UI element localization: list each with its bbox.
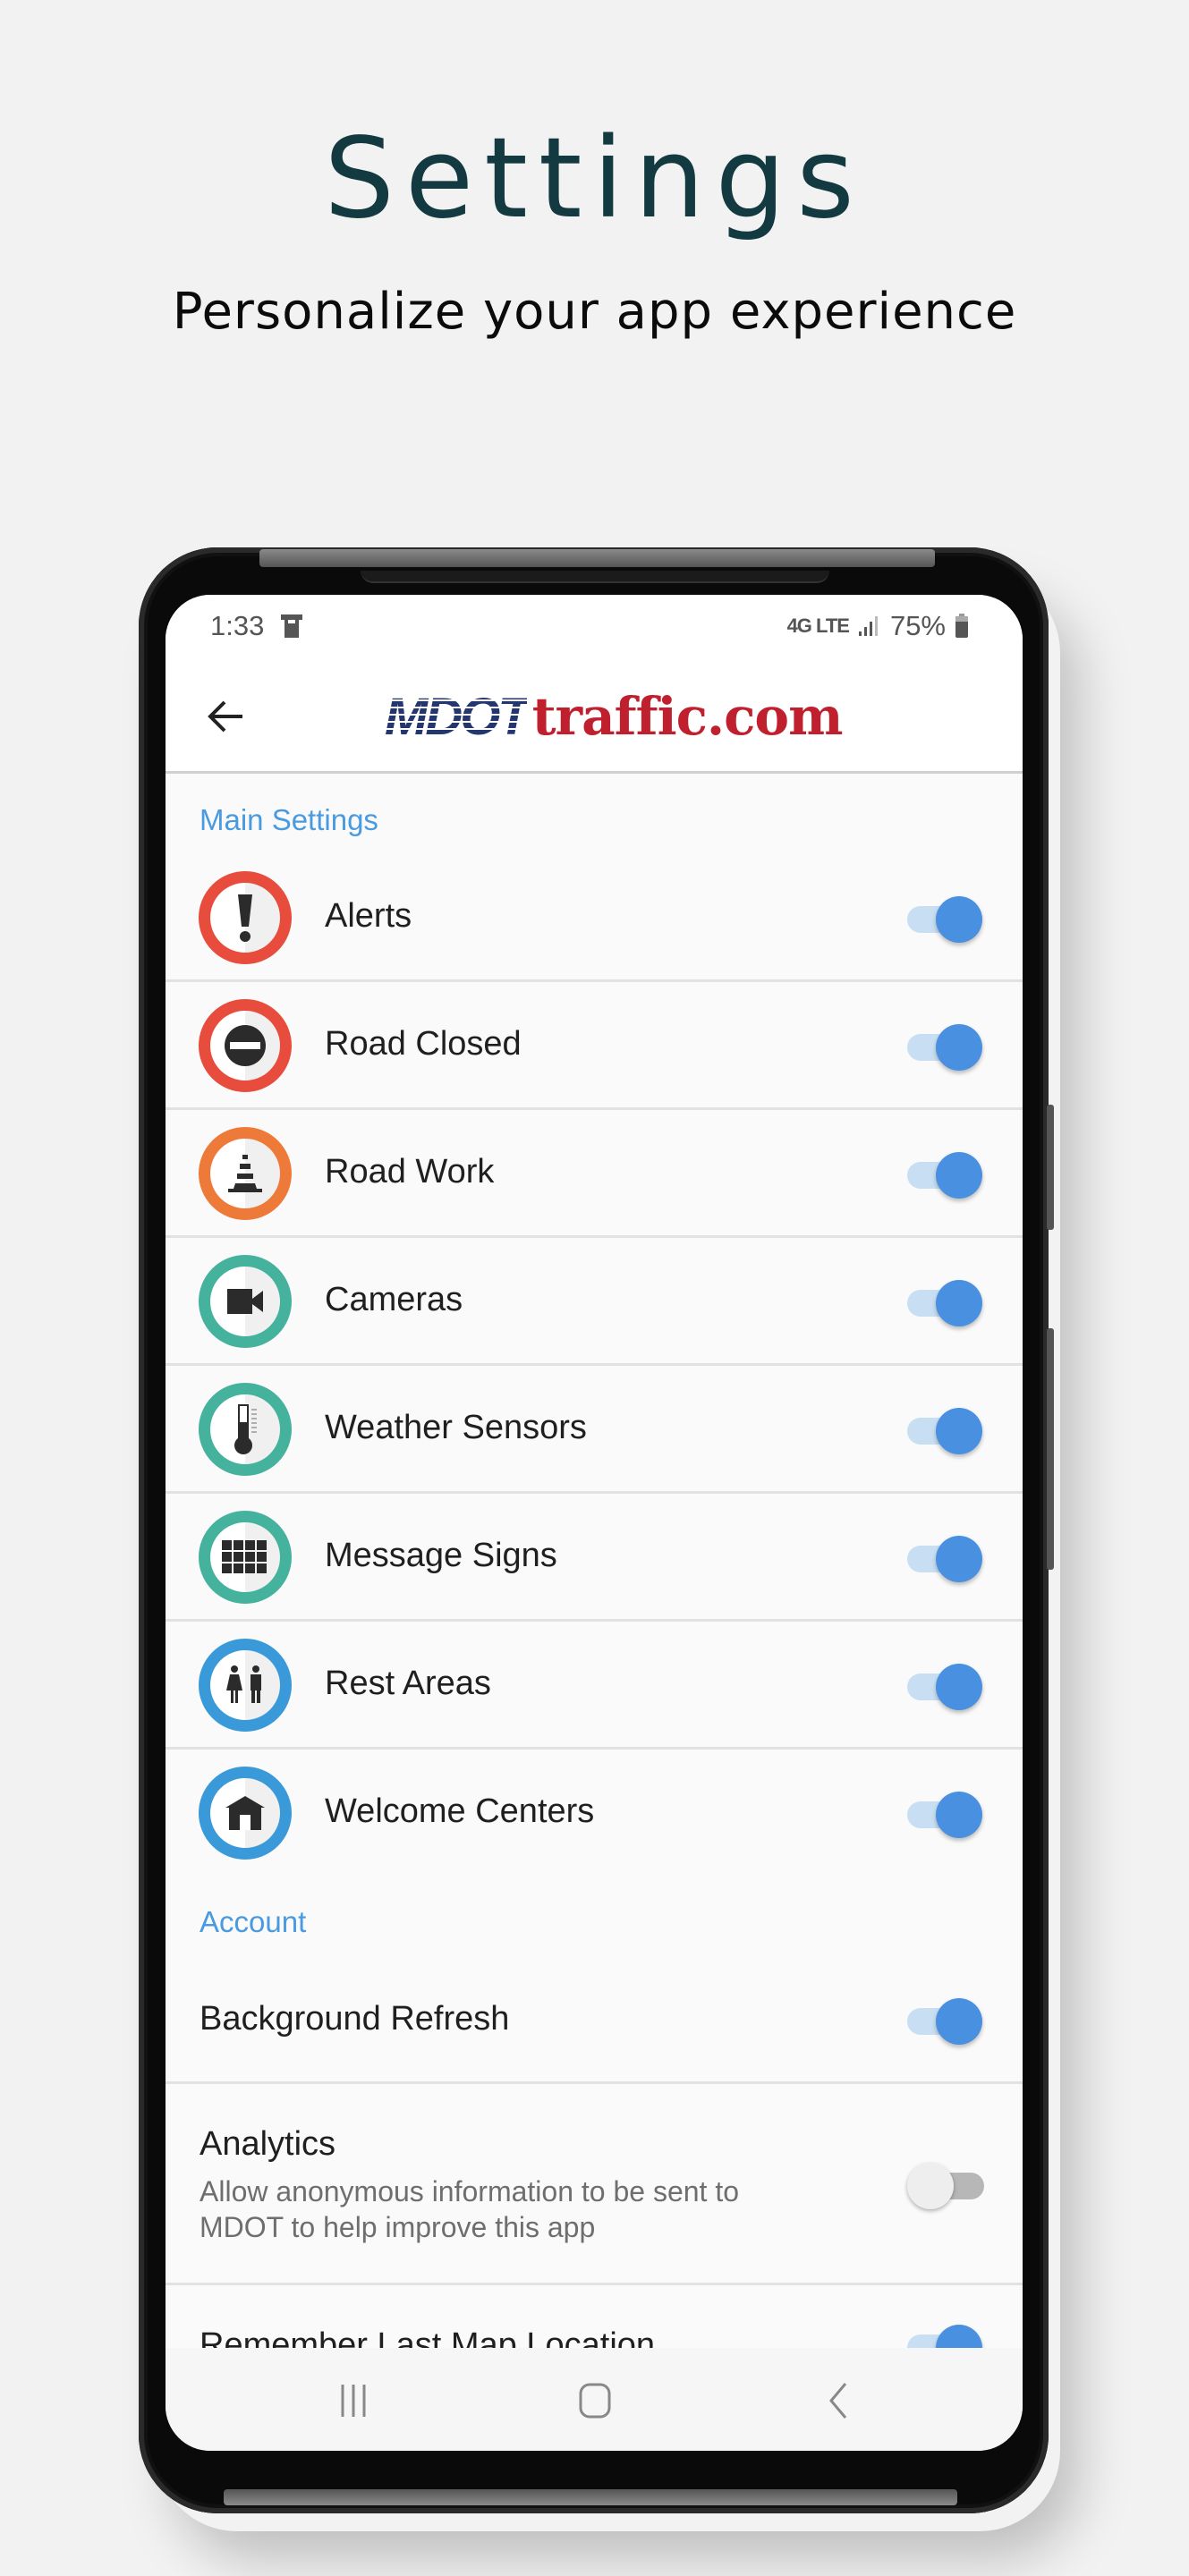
back-chevron-icon	[829, 2383, 847, 2419]
setting-label: Background Refresh	[200, 2000, 510, 2038]
cameras-toggle[interactable]	[907, 1280, 982, 1326]
notification-icon	[281, 614, 302, 638]
phone-bottom-rim	[224, 2489, 957, 2505]
setting-label: Rest Areas	[325, 1665, 491, 1702]
analytics-toggle[interactable]	[907, 2163, 984, 2209]
mdot-traffic-logo: MDOT traffic.com	[385, 686, 843, 749]
logo-mdot-text: MDOT	[385, 688, 530, 746]
rest-areas-toggle[interactable]	[907, 1664, 982, 1710]
message-sign-grid-icon	[222, 1540, 267, 1573]
setting-label: Weather Sensors	[325, 1409, 587, 1446]
setting-label: Message Signs	[325, 1537, 557, 1574]
battery-percent: 75%	[889, 610, 946, 641]
setting-label: Road Work	[325, 1153, 495, 1191]
back-button[interactable]	[201, 691, 251, 741]
setting-label: Road Closed	[325, 1025, 522, 1063]
weather-sensors-toggle[interactable]	[907, 1408, 982, 1454]
app-header: MDOT traffic.com	[166, 659, 1023, 774]
setting-row-analytics[interactable]: Analytics Allow anonymous information to…	[166, 2084, 1023, 2285]
video-camera-icon	[227, 1289, 263, 1314]
welcome-centers-icon-badge	[199, 1767, 292, 1860]
setting-row-welcome-centers[interactable]: Welcome Centers	[166, 1750, 1023, 1877]
recent-apps-button[interactable]	[331, 2380, 376, 2421]
cameras-icon-badge	[199, 1255, 292, 1348]
background-refresh-toggle[interactable]	[907, 1998, 982, 2045]
setting-label: Analytics	[200, 2125, 336, 2163]
setting-row-road-work[interactable]: Road Work	[166, 1110, 1023, 1238]
house-icon	[225, 1796, 265, 1830]
setting-label: Cameras	[325, 1281, 463, 1318]
analytics-description-line1: Allow anonymous information to be sent t…	[200, 2175, 739, 2207]
setting-row-cameras[interactable]: Cameras	[166, 1238, 1023, 1366]
phone-volume-button	[1047, 1105, 1054, 1230]
traffic-cone-icon	[228, 1155, 262, 1192]
setting-row-rest-areas[interactable]: Rest Areas	[166, 1622, 1023, 1750]
phone-power-button	[1047, 1328, 1054, 1570]
road-work-icon-badge	[199, 1127, 292, 1220]
message-signs-icon-badge	[199, 1511, 292, 1604]
road-work-toggle[interactable]	[907, 1152, 982, 1199]
home-button[interactable]	[573, 2380, 617, 2421]
weather-sensors-icon-badge	[199, 1383, 292, 1476]
section-label-main-settings: Main Settings	[200, 803, 378, 836]
status-time: 1:33	[210, 610, 265, 641]
no-entry-icon	[225, 1025, 266, 1066]
system-nav-bar	[166, 2348, 1023, 2451]
alerts-icon-badge	[199, 871, 292, 964]
section-label-account: Account	[200, 1905, 307, 1938]
setting-row-alerts[interactable]: Alerts	[166, 854, 1023, 982]
thermometer-icon	[234, 1404, 257, 1454]
message-signs-toggle[interactable]	[907, 1536, 982, 1582]
remember-location-toggle[interactable]	[907, 2325, 982, 2348]
phone-speaker	[361, 571, 829, 583]
nav-back-button[interactable]	[817, 2380, 862, 2421]
road-closed-toggle[interactable]	[907, 1024, 982, 1071]
road-closed-icon-badge	[199, 999, 292, 1092]
phone-screen: 1:33 4G LTE 75% MDOT traffic.com Main Se…	[166, 595, 1023, 2451]
hero-subtitle: Personalize your app experience	[172, 283, 1017, 341]
setting-label: Alerts	[325, 897, 412, 935]
setting-row-remember-last-map-location[interactable]: Remember Last Map Location	[166, 2285, 1023, 2348]
settings-list[interactable]: Main Settings Alerts Road Closed Road Wo…	[166, 776, 1023, 2348]
setting-row-weather-sensors[interactable]: Weather Sensors	[166, 1366, 1023, 1494]
analytics-description: Allow anonymous information to be sent t…	[200, 2174, 844, 2245]
setting-row-message-signs[interactable]: Message Signs	[166, 1494, 1023, 1622]
home-button-icon	[579, 2383, 611, 2419]
rest-areas-icon-badge	[199, 1639, 292, 1732]
restroom-icon	[226, 1665, 261, 1703]
arrow-left-icon	[208, 700, 242, 733]
alerts-toggle[interactable]	[907, 896, 982, 943]
status-bar: 1:33 4G LTE 75%	[166, 595, 1023, 659]
setting-row-background-refresh[interactable]: Background Refresh	[166, 1959, 1023, 2084]
setting-row-road-closed[interactable]: Road Closed	[166, 982, 1023, 1110]
welcome-centers-toggle[interactable]	[907, 1792, 982, 1838]
setting-label: Remember Last Map Location	[200, 2326, 656, 2348]
logo-traffic-text: traffic.com	[531, 686, 844, 747]
battery-icon	[955, 614, 968, 638]
exclamation-icon	[238, 894, 252, 942]
setting-label: Welcome Centers	[325, 1792, 595, 1830]
status-right-group: 4G LTE 75%	[787, 610, 969, 642]
network-type: 4G LTE	[786, 614, 850, 637]
signal-bars-icon	[858, 616, 878, 636]
hero-title: Settings	[324, 114, 865, 243]
phone-top-rim	[259, 549, 935, 567]
analytics-description-line2: MDOT to help improve this app	[200, 2211, 596, 2243]
recent-apps-icon	[341, 2385, 366, 2417]
